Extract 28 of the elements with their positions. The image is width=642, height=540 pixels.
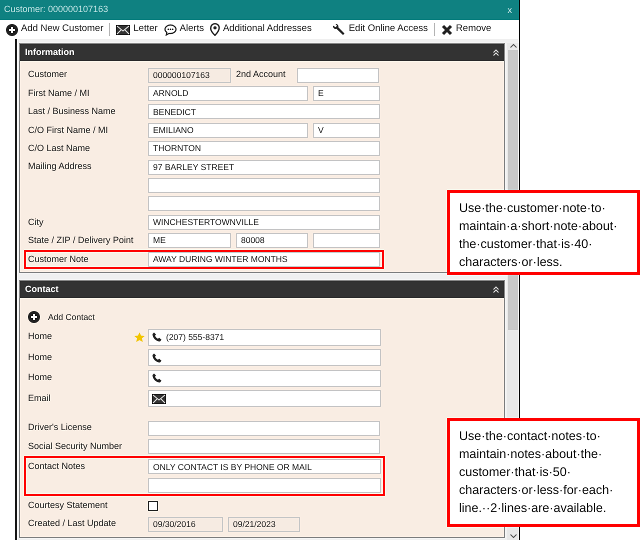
field-label: City — [28, 216, 44, 227]
field-label: Email — [28, 392, 51, 405]
field-label: Customer Note — [28, 254, 89, 264]
field-label: Home — [28, 350, 52, 364]
window-title: Customer: 000000107163 — [4, 3, 108, 16]
field-label: Social Security Number — [28, 440, 122, 451]
section-title: Contact — [25, 282, 58, 296]
field-label: State / ZIP / Delivery Point — [28, 234, 134, 245]
field-label: C/O Last Name — [28, 143, 90, 153]
field-label: C/O First Name / MI — [28, 124, 108, 135]
callout-tooltip: Use·the·customer·note·to·maintain·a·short·note·about·the·customer·that·is·40·characters·or·less. — [447, 190, 640, 275]
field-label: Mailing Address — [28, 161, 92, 172]
field-label: Home — [28, 371, 52, 384]
phone-number: (207) 555-8371 — [166, 330, 224, 344]
section-title: Information — [25, 46, 74, 59]
field-label: 2nd Account — [236, 68, 287, 82]
field-label: Home — [28, 330, 52, 344]
readonly-field: 09/30/2016 — [148, 516, 223, 532]
field-label: Customer — [28, 69, 68, 80]
field-label: Created / Last Update — [28, 518, 116, 528]
field-label: Courtesy Statement — [28, 500, 108, 510]
readonly-field: 09/21/2023 — [228, 516, 300, 532]
field-label: Driver's License — [28, 422, 92, 432]
field-label: Last / Business Name — [28, 106, 116, 116]
field-label: First Name / MI — [28, 88, 90, 98]
callout-tooltip: Use·the·contact·notes·to·maintain·notes·about·the·customer·that·is·50·characters·or·less·for·each·line.··2·lines·are·available. — [447, 418, 640, 527]
field-label: Contact Notes — [28, 461, 86, 472]
readonly-field: 000000107163 — [148, 68, 231, 83]
